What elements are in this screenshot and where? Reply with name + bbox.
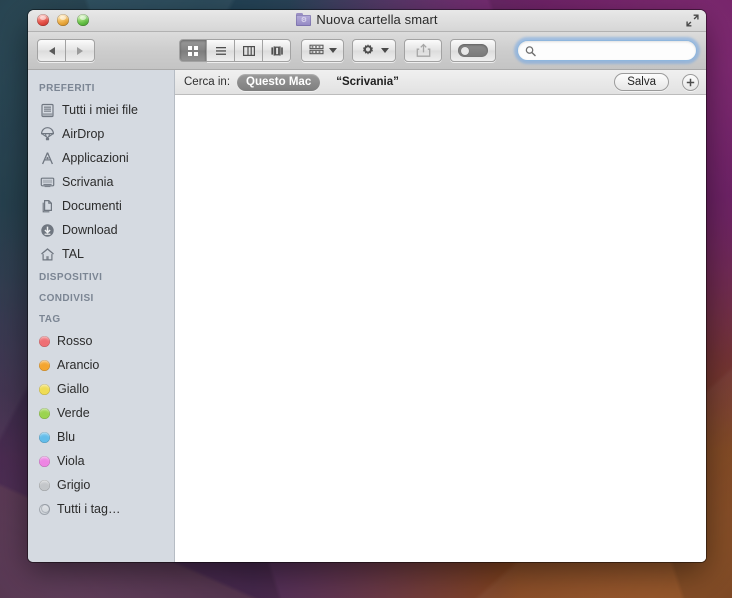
close-button[interactable] xyxy=(37,14,49,26)
sidebar-item-tal[interactable]: TAL xyxy=(28,242,174,266)
sidebar-section-preferiti-header: PREFERITI xyxy=(39,83,95,94)
sidebar-item-download[interactable]: Download xyxy=(28,218,174,242)
search-scope-bar: Cerca in: Questo Mac “Scrivania” Salva xyxy=(175,70,706,95)
sidebar-tag-grigio[interactable]: Grigio xyxy=(28,473,174,497)
all-tags-icon xyxy=(39,503,50,515)
tag-dot-icon xyxy=(39,335,50,347)
arrange-button[interactable] xyxy=(301,39,344,62)
sidebar-section-condivisi-header: CONDIVISI xyxy=(39,293,94,304)
search-icon xyxy=(525,45,536,56)
view-segmented-control xyxy=(179,39,291,62)
sidebar-item-airdrop[interactable]: AirDrop xyxy=(28,122,174,146)
chevron-down-icon xyxy=(381,48,389,53)
documents-icon xyxy=(39,198,55,214)
sidebar-item-label: Viola xyxy=(57,454,85,468)
file-list-area[interactable] xyxy=(175,95,706,562)
content-pane: Cerca in: Questo Mac “Scrivania” Salva xyxy=(175,70,706,562)
home-icon xyxy=(39,246,55,262)
applications-icon xyxy=(39,150,55,166)
chevron-down-icon xyxy=(329,48,337,53)
desktop-icon xyxy=(39,174,55,190)
sidebar-item-label: Download xyxy=(62,223,118,237)
sidebar-tag-rosso[interactable]: Rosso xyxy=(28,329,174,353)
sidebar-section-tag-header: TAG xyxy=(39,314,61,325)
forward-button[interactable] xyxy=(66,39,95,62)
edit-tags-button[interactable] xyxy=(450,39,496,62)
save-button[interactable]: Salva xyxy=(614,73,669,91)
downloads-arrow-icon xyxy=(39,222,55,238)
coverflow-view-icon xyxy=(270,45,283,56)
chevron-right-icon xyxy=(77,46,83,55)
sidebar-item-documenti[interactable]: Documenti xyxy=(28,194,174,218)
action-gear-button[interactable] xyxy=(352,39,396,62)
sidebar-item-label: Blu xyxy=(57,430,76,444)
fullscreen-expand-icon[interactable] xyxy=(685,13,700,28)
scope-scrivania[interactable]: “Scrivania” xyxy=(327,74,408,91)
scope-questo-mac[interactable]: Questo Mac xyxy=(237,73,321,91)
nav-segmented-control xyxy=(37,39,95,62)
sidebar-tag-blu[interactable]: Blu xyxy=(28,425,174,449)
sidebar-item-label: Tutti i tag… xyxy=(57,502,121,516)
sidebar-item-label: Rosso xyxy=(57,334,93,348)
sidebar-item-label: TAL xyxy=(62,247,84,261)
sidebar-section-dispositivi-header: DISPOSITIVI xyxy=(39,272,103,283)
share-button[interactable] xyxy=(404,39,442,62)
tag-dot-icon xyxy=(39,407,50,419)
view-icon-button[interactable] xyxy=(179,39,207,62)
sidebar-tag-viola[interactable]: Viola xyxy=(28,449,174,473)
sidebar-item-tutti-i-miei-file[interactable]: Tutti i miei file xyxy=(28,98,174,122)
sidebar-tag-tutti-i-tag[interactable]: Tutti i tag… xyxy=(28,497,174,521)
list-view-icon xyxy=(215,46,226,55)
search-field-wrap xyxy=(514,37,700,64)
window-toolbar xyxy=(28,32,706,70)
minimize-button[interactable] xyxy=(57,14,69,26)
sidebar-item-label: Applicazioni xyxy=(62,151,129,165)
sidebar-tag-giallo[interactable]: Giallo xyxy=(28,377,174,401)
back-button[interactable] xyxy=(37,39,66,62)
airdrop-parachute-icon xyxy=(39,126,55,142)
view-coverflow-button[interactable] xyxy=(263,39,291,62)
sidebar-item-label: AirDrop xyxy=(62,127,105,141)
gear-icon xyxy=(362,43,374,55)
tag-dot-icon xyxy=(39,455,50,467)
tag-dot-icon xyxy=(39,479,50,491)
search-in-label: Cerca in: xyxy=(184,76,231,88)
share-icon xyxy=(416,43,430,57)
tag-dot-icon xyxy=(39,359,50,371)
chevron-left-icon xyxy=(48,46,55,55)
sidebar-item-label: Arancio xyxy=(57,358,100,372)
add-criterion-button[interactable] xyxy=(682,73,699,91)
search-field[interactable] xyxy=(517,40,697,61)
column-view-icon xyxy=(242,45,255,56)
all-my-files-icon xyxy=(39,102,55,118)
sidebar-tag-verde[interactable]: Verde xyxy=(28,401,174,425)
plus-icon xyxy=(686,78,695,86)
search-input[interactable] xyxy=(539,44,688,57)
sidebar-item-applicazioni[interactable]: Applicazioni xyxy=(28,146,174,170)
sidebar-item-label: Scrivania xyxy=(62,175,114,189)
tag-dot-icon xyxy=(39,431,50,443)
view-list-button[interactable] xyxy=(207,39,235,62)
arrange-grid-icon xyxy=(309,44,324,55)
tag-dot-icon xyxy=(39,383,50,395)
sidebar-item-label: Documenti xyxy=(62,199,122,213)
sidebar-item-scrivania[interactable]: Scrivania xyxy=(28,170,174,194)
sidebar-item-label: Verde xyxy=(57,406,90,420)
traffic-lights xyxy=(37,14,89,26)
sidebar-item-label: Tutti i miei file xyxy=(62,103,138,117)
maximize-button[interactable] xyxy=(77,14,89,26)
sidebar: PREFERITI Tutti i miei file AirDrop Appl… xyxy=(28,70,175,562)
grid-view-icon xyxy=(188,45,198,56)
window-titlebar[interactable]: ⚙ Nuova cartella smart xyxy=(28,10,706,32)
view-column-button[interactable] xyxy=(235,39,263,62)
sidebar-item-label: Giallo xyxy=(57,382,89,396)
tag-toggle-icon xyxy=(458,44,488,57)
sidebar-item-label: Grigio xyxy=(57,478,91,492)
sidebar-tag-arancio[interactable]: Arancio xyxy=(28,353,174,377)
smart-folder-icon: ⚙ xyxy=(296,13,312,26)
finder-window: ⚙ Nuova cartella smart PREFERITI Tutti i… xyxy=(28,10,706,562)
window-title: Nuova cartella smart xyxy=(316,12,438,27)
